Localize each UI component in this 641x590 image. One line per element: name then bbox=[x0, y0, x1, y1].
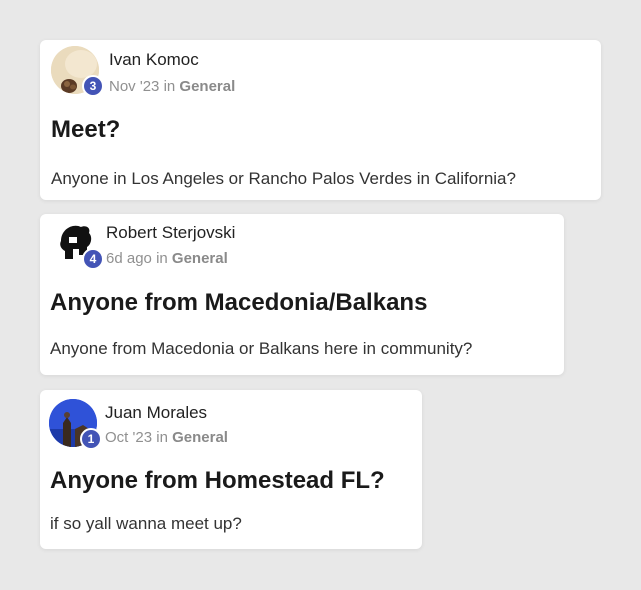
author-name[interactable]: Ivan Komoc bbox=[109, 50, 199, 70]
in-label: in bbox=[163, 78, 176, 95]
category-link[interactable]: General bbox=[172, 429, 228, 446]
post-card[interactable]: 1 Juan Morales Oct '23 in General Anyone… bbox=[40, 390, 422, 549]
author-avatar[interactable]: 1 bbox=[49, 399, 102, 450]
post-time: 6d ago bbox=[106, 250, 152, 267]
post-time: Nov '23 bbox=[109, 78, 160, 95]
author-name[interactable]: Juan Morales bbox=[105, 403, 207, 423]
category-link[interactable]: General bbox=[172, 250, 228, 267]
category-link[interactable]: General bbox=[179, 78, 235, 95]
post-meta: 6d ago in General bbox=[106, 250, 228, 267]
level-badge: 1 bbox=[80, 428, 102, 450]
post-card[interactable]: 4 Robert Sterjovski 6d ago in General An… bbox=[40, 214, 564, 375]
in-label: in bbox=[156, 250, 168, 267]
post-title[interactable]: Anyone from Homestead FL? bbox=[50, 467, 385, 495]
post-title[interactable]: Anyone from Macedonia/Balkans bbox=[50, 289, 427, 317]
post-body: Anyone from Macedonia or Balkans here in… bbox=[50, 339, 473, 358]
post-time: Oct '23 bbox=[105, 429, 153, 446]
post-title[interactable]: Meet? bbox=[51, 116, 120, 144]
in-label: in bbox=[156, 429, 168, 446]
post-meta: Oct '23 in General bbox=[105, 429, 228, 446]
post-card[interactable]: 3 Ivan Komoc Nov '23 in General Meet? An… bbox=[40, 40, 601, 200]
author-name[interactable]: Robert Sterjovski bbox=[106, 223, 235, 243]
author-avatar[interactable]: 4 bbox=[51, 219, 104, 270]
level-badge: 3 bbox=[82, 75, 104, 97]
post-body: Anyone in Los Angeles or Rancho Palos Ve… bbox=[51, 169, 516, 188]
post-body: if so yall wanna meet up? bbox=[50, 514, 242, 533]
level-badge: 4 bbox=[82, 248, 104, 270]
post-meta: Nov '23 in General bbox=[109, 78, 235, 95]
author-avatar[interactable]: 3 bbox=[51, 46, 104, 97]
